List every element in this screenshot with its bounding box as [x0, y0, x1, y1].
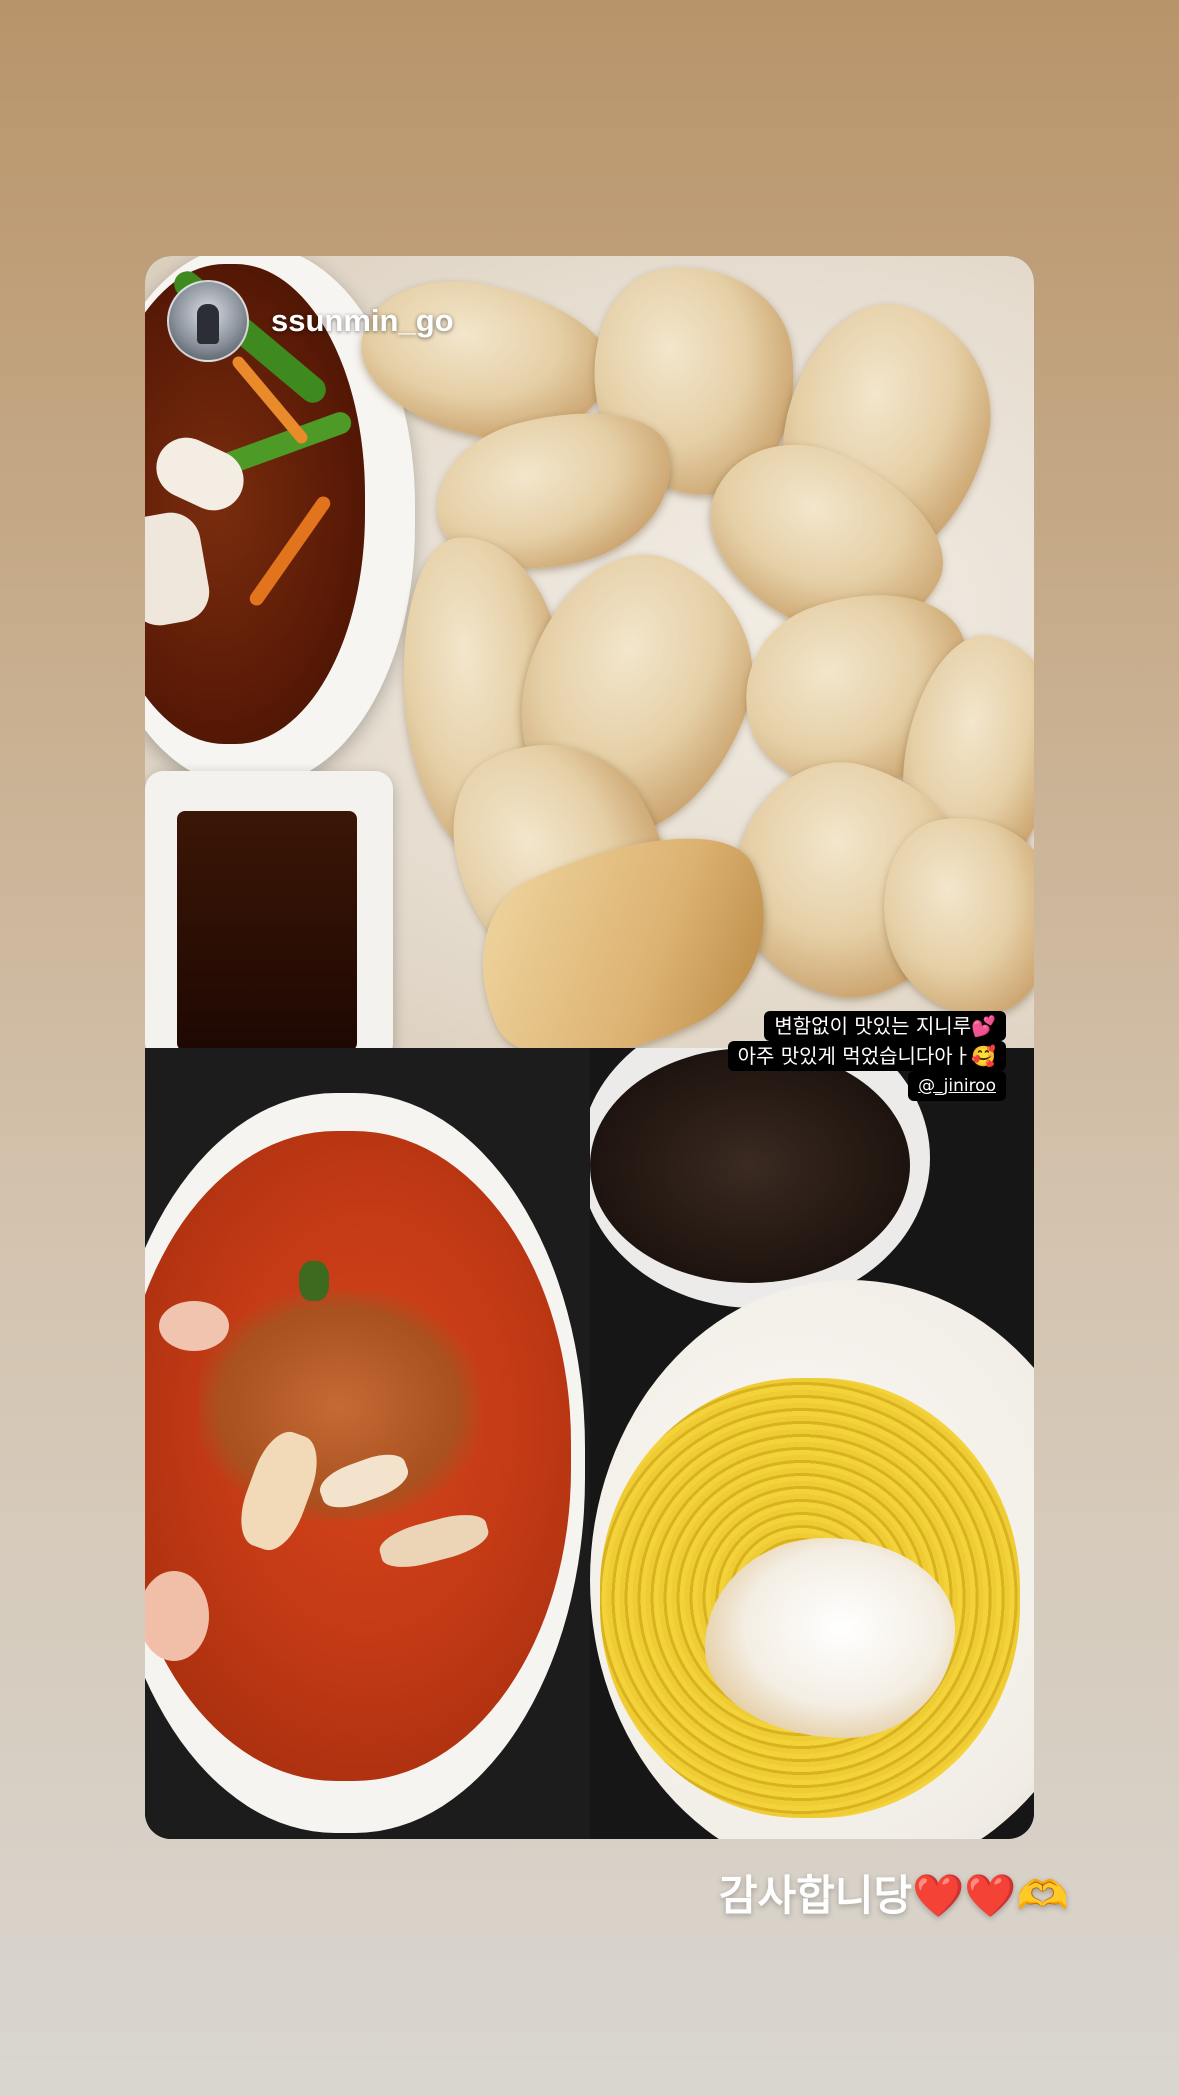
caption-line-1: 변함없이 맛있는 지니루💕 — [764, 1011, 1006, 1041]
mention-link[interactable]: @_jiniroo — [908, 1071, 1006, 1101]
caption-sticker: 변함없이 맛있는 지니루💕 아주 맛있게 먹었습니다아ㅏ🥰 @_jiniroo — [727, 1011, 1006, 1101]
username[interactable]: ssunmin_go — [271, 303, 454, 339]
thanks-label: 감사합니당 — [718, 1871, 913, 1920]
soy-sauce-dish — [145, 771, 393, 1048]
photo-jjamppong — [145, 1048, 589, 1839]
photo-fried-pork: ssunmin_go — [145, 256, 1034, 1048]
heart-emojis: ❤️❤️🫶 — [912, 1871, 1069, 1920]
thanks-text: 감사합니당❤️❤️🫶 — [719, 1862, 1069, 1923]
avatar[interactable] — [167, 280, 249, 362]
jjamppong-bowl — [145, 1093, 585, 1833]
caption-line-2: 아주 맛있게 먹었습니다아ㅏ🥰 — [727, 1041, 1006, 1071]
photo-jjajang-noodles — [590, 1048, 1034, 1839]
story-header: ssunmin_go — [167, 280, 454, 362]
fried-egg — [705, 1538, 955, 1738]
story-photo-collage: ssunmin_go 변함없이 맛있는 지니루💕 아주 맛있게 먹었습니다아ㅏ🥰… — [145, 256, 1034, 1839]
